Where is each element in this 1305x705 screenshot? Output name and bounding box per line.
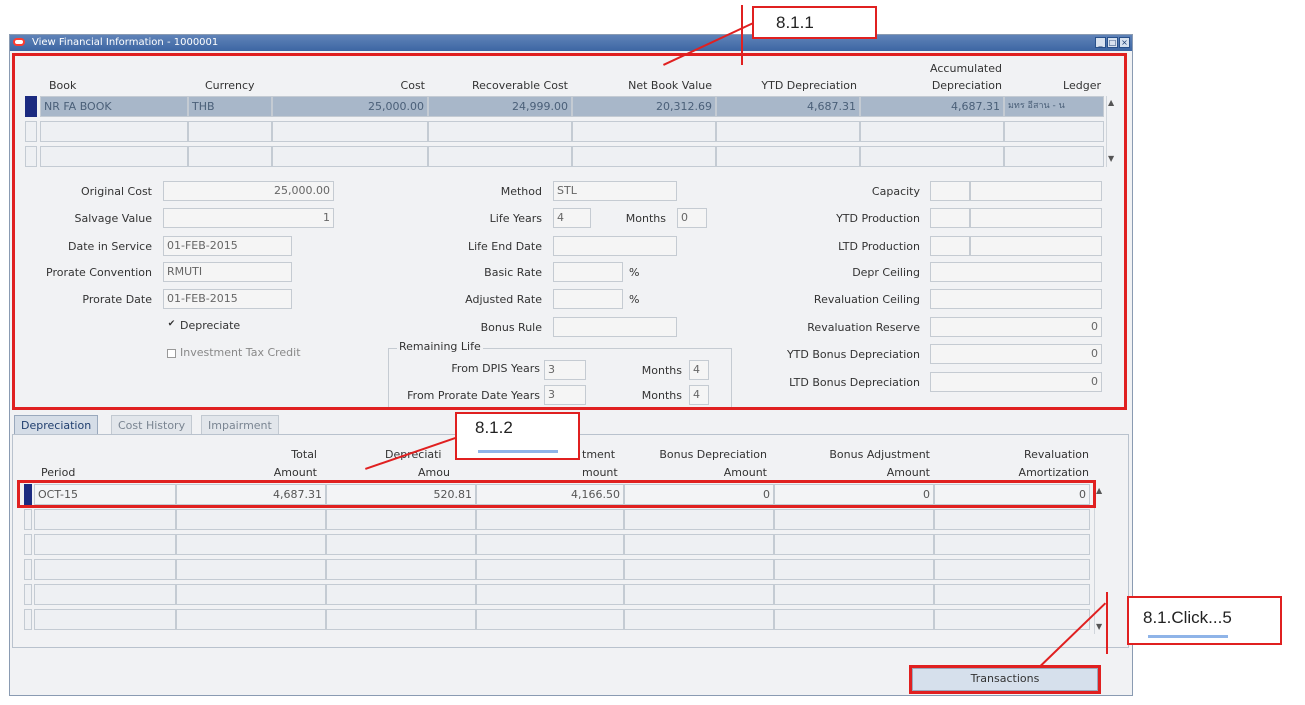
empty-cell[interactable]	[34, 584, 176, 605]
oracle-logo-icon	[13, 38, 25, 46]
close-icon[interactable]: ×	[1119, 37, 1130, 48]
empty-cell[interactable]	[934, 559, 1090, 580]
tab-impairment[interactable]: Impairment	[201, 415, 279, 435]
empty-cell[interactable]	[774, 609, 934, 630]
dep-header-adjustment-2: mount	[582, 466, 618, 479]
empty-cell[interactable]	[624, 559, 774, 580]
empty-cell[interactable]	[34, 609, 176, 630]
empty-cell[interactable]	[476, 534, 624, 555]
dep-header-total-1: Total	[291, 448, 317, 461]
empty-cell[interactable]	[176, 609, 326, 630]
empty-cell[interactable]	[476, 584, 624, 605]
empty-cell[interactable]	[326, 509, 476, 530]
empty-cell[interactable]	[934, 509, 1090, 530]
dep-row-indicator[interactable]	[24, 534, 32, 555]
empty-cell[interactable]	[624, 509, 774, 530]
empty-cell[interactable]	[326, 559, 476, 580]
dep-row-indicator[interactable]	[24, 559, 32, 580]
empty-cell[interactable]	[624, 534, 774, 555]
dep-header-bonus-dep-1: Bonus Depreciation	[659, 448, 767, 461]
empty-cell[interactable]	[476, 559, 624, 580]
empty-cell[interactable]	[326, 609, 476, 630]
highlight-box-row	[17, 480, 1096, 508]
dep-header-bonus-adj-2: Amount	[886, 466, 930, 479]
empty-cell[interactable]	[326, 534, 476, 555]
empty-cell[interactable]	[934, 584, 1090, 605]
callout-1-pointer	[741, 5, 743, 65]
callout-2-underline	[478, 450, 558, 453]
title-bar[interactable]: View Financial Information - 1000001 _ □…	[10, 35, 1132, 51]
empty-cell[interactable]	[176, 534, 326, 555]
dep-header-reval-2: Amortization	[1018, 466, 1089, 479]
callout-3-underline	[1148, 635, 1228, 638]
empty-cell[interactable]	[176, 509, 326, 530]
scroll-up-icon[interactable]: ▲	[1096, 486, 1102, 495]
empty-cell[interactable]	[624, 609, 774, 630]
tab-depreciation[interactable]: Depreciation	[14, 415, 99, 435]
dep-header-depreciation-2: Amou	[418, 466, 450, 479]
empty-cell[interactable]	[774, 509, 934, 530]
dep-row-indicator[interactable]	[24, 509, 32, 530]
dep-header-period: Period	[41, 466, 76, 479]
dep-header-bonus-dep-2: Amount	[723, 466, 767, 479]
empty-cell[interactable]	[176, 559, 326, 580]
empty-cell[interactable]	[774, 559, 934, 580]
highlight-box-transactions	[909, 665, 1101, 694]
callout-3-pointer	[1106, 592, 1108, 654]
dep-row-indicator[interactable]	[24, 584, 32, 605]
dep-header-total-2: Amount	[273, 466, 317, 479]
maximize-icon[interactable]: □	[1107, 37, 1118, 48]
dep-header-bonus-adj-1: Bonus Adjustment	[829, 448, 930, 461]
highlight-box-header	[12, 53, 1127, 410]
empty-cell[interactable]	[34, 559, 176, 580]
empty-cell[interactable]	[476, 509, 624, 530]
empty-cell[interactable]	[774, 584, 934, 605]
dep-header-adjustment-1: tment	[582, 448, 616, 461]
empty-cell[interactable]	[624, 584, 774, 605]
empty-cell[interactable]	[934, 609, 1090, 630]
empty-cell[interactable]	[476, 609, 624, 630]
empty-cell[interactable]	[34, 509, 176, 530]
callout-8-1-1: 8.1.1	[752, 6, 877, 39]
empty-cell[interactable]	[34, 534, 176, 555]
minimize-icon[interactable]: _	[1095, 37, 1106, 48]
empty-cell[interactable]	[176, 584, 326, 605]
scroll-down-icon[interactable]: ▼	[1096, 622, 1102, 631]
empty-cell[interactable]	[326, 584, 476, 605]
empty-cell[interactable]	[774, 534, 934, 555]
tab-cost-history[interactable]: Cost History	[111, 415, 193, 435]
window-title: View Financial Information - 1000001	[32, 37, 219, 48]
empty-cell[interactable]	[934, 534, 1090, 555]
dep-row-indicator[interactable]	[24, 609, 32, 630]
dep-header-reval-1: Revaluation	[1023, 448, 1089, 461]
